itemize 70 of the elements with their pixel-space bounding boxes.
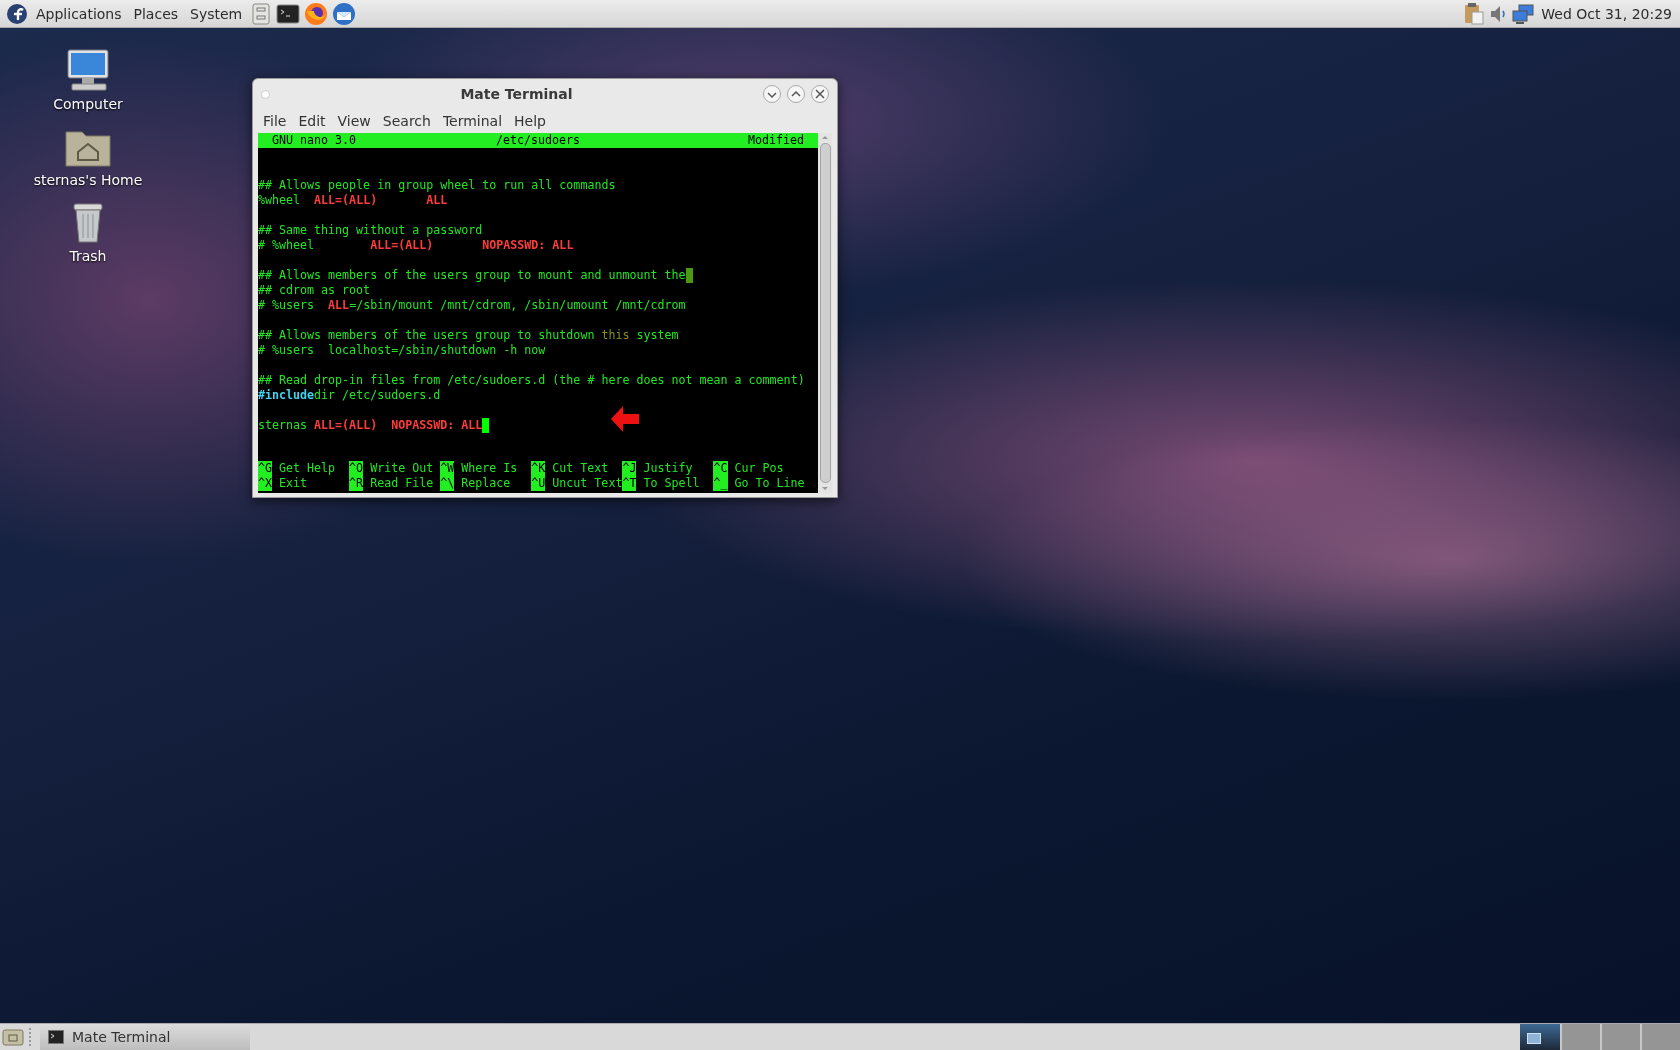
shortcut-key: ^G — [258, 461, 273, 476]
file-name: /etc/sudoers — [494, 133, 582, 148]
code-line: ## Allows people in group wheel to run all commands — [258, 178, 616, 193]
shortcut-key: ^U — [531, 476, 546, 491]
network-icon[interactable] — [1511, 2, 1536, 25]
code-line: ## Allows members of the users group to mount and unmount the — [258, 268, 693, 283]
modified-status: Modified — [746, 133, 804, 148]
panel-menu[interactable]: System — [184, 5, 249, 22]
menu-item[interactable]: Help — [508, 113, 552, 129]
window-menu-dot[interactable] — [261, 89, 270, 99]
firefox-icon[interactable] — [304, 1, 329, 26]
code-line: %wheel ALL=(ALL) ALL — [258, 193, 448, 208]
shortcut-label: Uncut Text — [552, 476, 623, 491]
terminal-icon — [48, 1029, 64, 1045]
code-line: ## Read drop-in files from /etc/sudoers.d (the # here does not mean a comment) — [258, 373, 805, 388]
menu-item[interactable]: View — [331, 113, 377, 129]
code-line: # %wheel ALL=(ALL) NOPASSWD: ALL — [258, 238, 574, 253]
window-thumbnail — [1527, 1033, 1541, 1044]
shortcut-key: ^W — [440, 461, 455, 476]
shortcut-label: Replace — [461, 476, 511, 491]
shortcut-label: Justify — [643, 461, 693, 476]
code-line: ## Allows members of the users group to shutdown this system — [258, 328, 679, 343]
fedora-logo-icon[interactable] — [6, 2, 28, 25]
shortcut-key: ^O — [349, 461, 364, 476]
close-button[interactable] — [811, 85, 829, 103]
shortcut-label: To Spell — [643, 476, 700, 491]
menu-item[interactable]: Edit — [292, 113, 332, 129]
minimize-button[interactable] — [763, 85, 781, 103]
menu-item[interactable]: Search — [376, 113, 437, 129]
code-line: # %users localhost=/sbin/shutdown -h now — [258, 343, 546, 358]
shortcut-label: Cut Text — [552, 461, 609, 476]
shortcut-key: ^_ — [713, 476, 728, 491]
code-line: # %users ALL=/sbin/mount /mnt/cdrom, /sbin/umount /mnt/cdrom — [258, 298, 686, 313]
shortcut-key: ^\ — [440, 476, 455, 491]
thunderbird-icon[interactable] — [332, 1, 357, 26]
clipboard-icon[interactable] — [1463, 1, 1486, 26]
shortcut-key: ^X — [258, 476, 273, 491]
code-line: ## cdrom as root — [258, 283, 371, 298]
shortcut-key: ^C — [713, 461, 728, 476]
arrow-icon — [610, 405, 640, 433]
desktop-icon-label[interactable]: sternas's Home — [33, 172, 143, 188]
panel-menu[interactable]: Places — [127, 5, 185, 22]
close-icon — [815, 89, 825, 99]
shortcut-key: ^T — [622, 476, 637, 491]
shortcut-label: Get Help — [279, 461, 336, 476]
window-title: Mate Terminal — [459, 86, 574, 102]
shortcut-label: Exit — [279, 476, 308, 491]
shortcut-label: Read File — [370, 476, 434, 491]
code-line: sternas ALL=(ALL) NOPASSWD: ALL — [258, 418, 490, 433]
desktop-icon-label[interactable]: Computer — [53, 96, 123, 112]
shortcut-label: Where Is — [461, 461, 518, 476]
code-line: #includedir /etc/sudoers.d — [258, 388, 441, 403]
clock[interactable]: Wed Oct 31, 20:29 — [1537, 5, 1676, 22]
code-line: ## Same thing without a password — [258, 223, 483, 238]
panel-menu[interactable]: Applications — [30, 5, 128, 22]
maximize-icon — [791, 89, 801, 99]
workspace-button[interactable] — [1520, 1024, 1560, 1050]
shortcut-key: ^K — [531, 461, 546, 476]
menu-item[interactable]: File — [257, 113, 293, 129]
terminal-icon[interactable] — [276, 1, 301, 26]
shortcut-label: Go To Line — [734, 476, 805, 491]
editor-version: GNU nano 3.0 — [272, 133, 358, 148]
shortcut-key: ^R — [349, 476, 364, 491]
shortcut-label: Write Out — [370, 461, 434, 476]
desktop-icon-label[interactable]: Trash — [69, 248, 107, 264]
menu-item[interactable]: Terminal — [436, 113, 509, 129]
shortcut-label: Cur Pos — [734, 461, 784, 476]
shortcut-key: ^J — [622, 461, 637, 476]
maximize-button[interactable] — [787, 85, 805, 103]
minimize-icon — [767, 89, 777, 99]
